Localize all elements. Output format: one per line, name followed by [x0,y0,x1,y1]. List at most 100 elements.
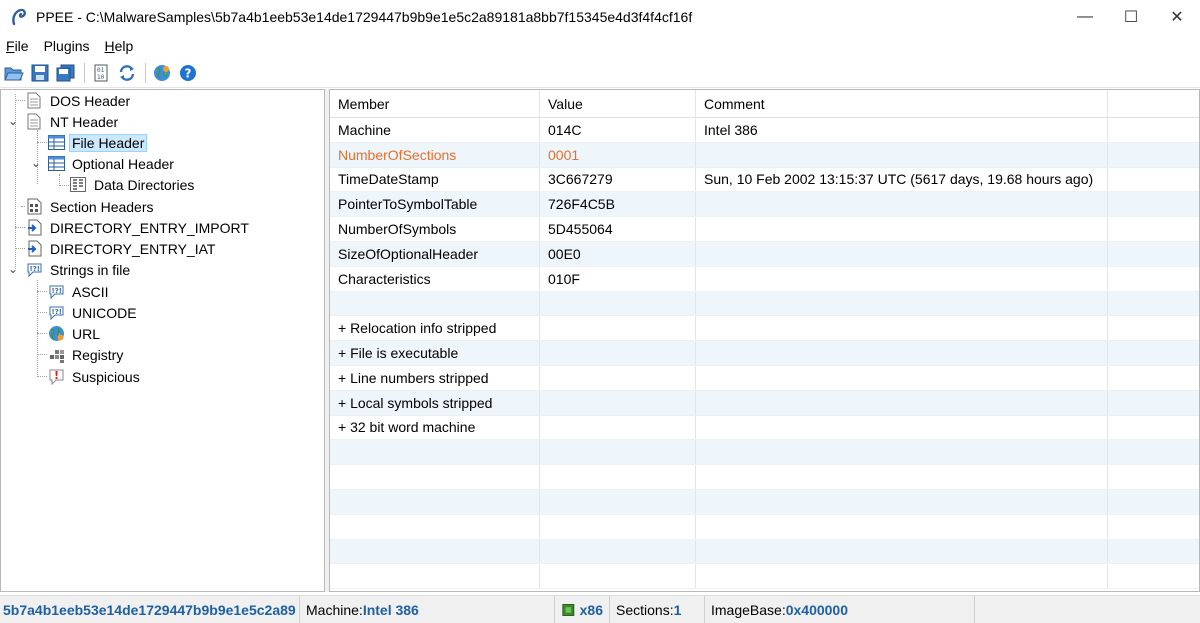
table-row[interactable]: Machine 014C Intel 386 [330,118,1199,143]
grid-cell-filler [1108,540,1199,564]
registry-icon [47,346,65,364]
grid-cell-filler [1108,564,1199,588]
grid-cell-comment [696,465,1108,489]
grid-cell-filler [1108,391,1199,415]
grid-cell-comment [696,341,1108,365]
table-row[interactable] [330,539,1199,565]
collapse-strings-chevron-icon[interactable]: ⌄ [7,262,19,276]
tree-item-ascii[interactable]: !?! ASCII [47,281,112,302]
table-row[interactable]: SizeOfOptionalHeader 00E0 [330,241,1199,267]
tree-item-registry[interactable]: Registry [47,344,126,365]
warning-icon: ! [47,368,65,386]
close-button[interactable]: ✕ [1154,0,1200,34]
tree-item-strings-in-file[interactable]: !?! Strings in file [25,259,133,280]
save-all-button[interactable] [54,61,78,85]
tree-item-directory-entry-import[interactable]: DIRECTORY_ENTRY_IMPORT [25,217,252,238]
table-row[interactable]: + Relocation info stripped [330,316,1199,342]
table-row[interactable]: + Line numbers stripped [330,365,1199,391]
refresh-button[interactable] [115,61,139,85]
table-icon [47,155,65,173]
grid-cell-filler [1108,143,1199,167]
grid-cell-comment: Sun, 10 Feb 2002 13:15:37 UTC (5617 days… [696,167,1108,192]
grid-cell-filler [1108,341,1199,365]
tree-item-nt-header[interactable]: NT Header [25,111,121,132]
grid-cell-filler [1108,416,1199,440]
column-header-comment[interactable]: Comment [696,90,1108,118]
table-row[interactable] [330,291,1199,317]
column-header-member[interactable]: Member [330,90,540,118]
grid-cell-filler [1108,217,1199,241]
table-row[interactable]: + 32 bit word machine [330,415,1199,441]
grid-cell-value: 3C667279 [540,167,696,192]
status-machine-label: Machine: [306,601,363,618]
table-row[interactable]: + File is executable [330,341,1199,366]
tree-item-directory-entry-iat[interactable]: DIRECTORY_ENTRY_IAT [25,238,218,259]
import-icon [25,240,43,258]
column-header-value[interactable]: Value [540,90,696,118]
status-imagebase-value: 0x400000 [785,601,849,618]
grid-cell-value [540,465,696,489]
grid-cell-member [330,539,540,564]
menu-file[interactable]: File [6,38,29,54]
grid-cell-comment [696,316,1108,341]
collapse-nt-header-chevron-icon[interactable]: ⌄ [7,114,19,128]
grid-cell-filler [1108,490,1199,514]
column-header-filler [1108,90,1199,118]
table-row[interactable]: PointerToSymbolTable 726F4C5B [330,192,1199,218]
tree-item-data-directories[interactable]: Data Directories [69,174,197,195]
collapse-optional-header-chevron-icon[interactable]: ⌄ [30,156,42,170]
grid-cell-value: 0001 [540,142,696,167]
tree-item-unicode[interactable]: !?! UNICODE [47,302,140,323]
table-row[interactable] [330,564,1199,590]
table-row[interactable]: NumberOfSections 0001 [330,142,1199,168]
table-row[interactable] [330,489,1199,515]
status-file-path: 5b7a4b1eeb53e14de1729447b9b9e1e5c2a89 [0,595,300,623]
tree-item-dos-header[interactable]: DOS Header [25,90,133,111]
grid-cell-filler [1108,465,1199,489]
grid-cell-comment [696,266,1108,291]
grid-cell-value [540,415,696,440]
table-row[interactable] [330,465,1199,490]
tree-item-url[interactable]: URL [47,323,103,344]
grid-cell-value: 726F4C5B [540,192,696,217]
status-imagebase: ImageBase: 0x400000 [705,595,975,623]
grid-cell-member [330,465,540,489]
grid-cell-comment [696,440,1108,465]
tree-item-optional-header[interactable]: Optional Header [47,153,177,174]
table-row[interactable]: TimeDateStamp 3C667279 Sun, 10 Feb 2002 13… [330,167,1199,193]
grid-cell-comment: Intel 386 [696,118,1108,142]
toolbar-separator [84,62,85,83]
table-row[interactable]: + Local symbols stripped [330,390,1199,416]
tree-line [15,248,25,249]
tree-line [15,100,25,101]
tree-item-suspicious[interactable]: ! Suspicious [47,366,143,387]
strings-icon: !?! [25,261,43,279]
grid-cell-comment [696,217,1108,241]
tree-line [59,185,69,186]
open-button[interactable] [2,61,26,85]
binary-view-button[interactable]: 01 10 [89,61,113,85]
minimize-button[interactable]: — [1062,0,1108,34]
menu-help[interactable]: Help [105,38,134,54]
title-bar: PPEE - C:\MalwareSamples\5b7a4b1eeb53e14… [0,0,1200,34]
web-lookup-button[interactable] [150,61,174,85]
status-bar: 5b7a4b1eeb53e14de1729447b9b9e1e5c2a89 Ma… [0,595,1200,623]
tree-item-file-header[interactable]: File Header [47,132,148,153]
help-button[interactable]: ? [176,61,200,85]
menu-plugins[interactable]: Plugins [44,38,90,54]
table-row[interactable]: NumberOfSymbols 5D455064 [330,217,1199,242]
save-button[interactable] [28,61,52,85]
grid-cell-member: + Local symbols stripped [330,390,540,415]
maximize-button[interactable]: ☐ [1108,0,1154,34]
tree-line [37,142,47,143]
table-row[interactable] [330,440,1199,466]
grid-cell-value [540,564,696,589]
table-row[interactable]: Characteristics 010F [330,266,1199,292]
status-imagebase-label: ImageBase: [711,601,786,618]
grid-cell-value: 010F [540,266,696,291]
sections-icon [25,198,43,216]
grid-cell-comment [696,142,1108,167]
grid-header: Member Value Comment [330,90,1199,118]
table-row[interactable] [330,514,1199,540]
tree-item-section-headers[interactable]: Section Headers [25,196,157,217]
